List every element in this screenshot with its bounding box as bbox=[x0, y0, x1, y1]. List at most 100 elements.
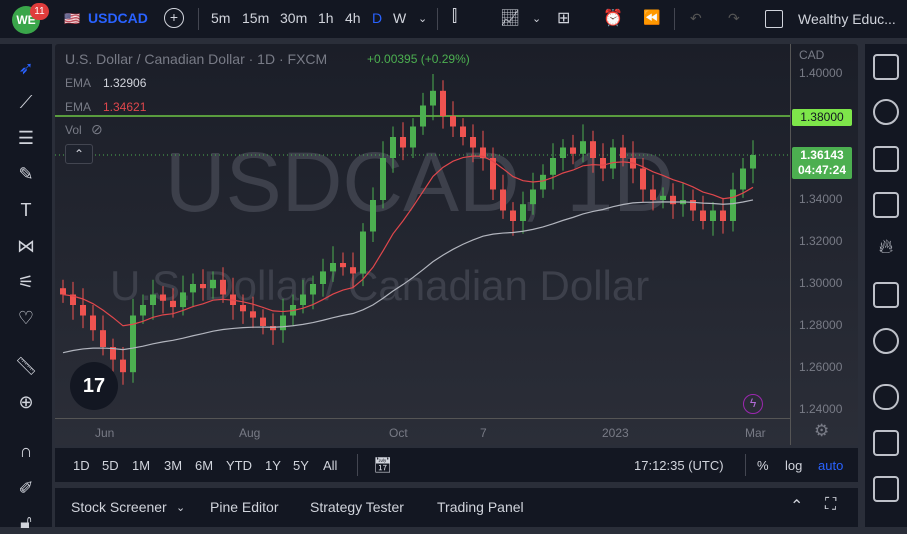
settings-gear-icon[interactable]: ⚙ bbox=[814, 421, 829, 441]
chart-pane[interactable]: USDCAD, 1D U.S. Dollar / Canadian Dollar… bbox=[55, 44, 858, 445]
streams-cloud-icon[interactable] bbox=[873, 384, 899, 410]
undo-icon[interactable]: ↶ bbox=[690, 10, 702, 27]
candle-body bbox=[100, 330, 106, 347]
pattern-icon[interactable]: ⋈ bbox=[14, 234, 38, 258]
candle-body bbox=[310, 284, 316, 295]
goto-date-icon[interactable]: 📅︎ bbox=[373, 456, 392, 474]
candle-body bbox=[720, 210, 726, 221]
ideas-lightbulb-icon[interactable] bbox=[873, 328, 899, 354]
chat-icon[interactable] bbox=[873, 430, 899, 456]
zoom-in-icon[interactable]: ⊕ bbox=[14, 390, 38, 414]
chevron-up-icon[interactable]: ⌃ bbox=[790, 496, 803, 516]
redo-icon[interactable]: ↷ bbox=[728, 10, 740, 27]
tradingview-logo[interactable]: 17 bbox=[70, 362, 118, 410]
magnet-icon[interactable]: ∩ bbox=[14, 439, 38, 463]
hotlists-fire-icon[interactable]: 🔥︎ bbox=[873, 236, 899, 262]
chevron-down-icon[interactable]: ⌄ bbox=[176, 501, 185, 514]
chevron-down-icon[interactable]: ⌄ bbox=[532, 12, 541, 25]
alert-add-icon[interactable]: ⏰ bbox=[603, 8, 623, 28]
candle-body bbox=[670, 195, 676, 205]
range-1d[interactable]: 1D bbox=[73, 458, 90, 473]
range-3m[interactable]: 3M bbox=[164, 458, 182, 473]
log-toggle[interactable]: log bbox=[785, 458, 802, 473]
percent-toggle[interactable]: % bbox=[757, 458, 769, 473]
candle-body bbox=[640, 168, 646, 190]
price-axis[interactable]: CAD 1.40000 1.34000 1.32000 1.30000 1.28000 1… bbox=[790, 44, 858, 445]
text-icon[interactable]: T bbox=[14, 198, 38, 222]
chevron-down-icon[interactable]: ⌄ bbox=[418, 12, 427, 25]
candle-body bbox=[750, 154, 756, 169]
candle-body bbox=[530, 189, 536, 205]
symbol-search[interactable]: USDCAD bbox=[88, 10, 148, 26]
heart-icon[interactable]: ♡ bbox=[14, 306, 38, 330]
time-axis[interactable]: Jun Aug Oct 7 2023 Mar bbox=[55, 418, 790, 445]
candle-body bbox=[590, 141, 596, 158]
interval-4h[interactable]: 4h bbox=[345, 10, 361, 26]
trendline-icon[interactable]: ⟋ bbox=[14, 90, 38, 114]
candle-body bbox=[250, 311, 256, 318]
indicators-icon[interactable]: 📈︎ bbox=[500, 8, 520, 28]
calendar-icon[interactable] bbox=[873, 282, 899, 308]
tab-trading-panel[interactable]: Trading Panel bbox=[437, 499, 524, 515]
lock-drawings-icon[interactable]: ✐ bbox=[14, 476, 38, 500]
interval-30m[interactable]: 30m bbox=[280, 10, 307, 26]
prediction-icon[interactable]: ⚟ bbox=[14, 270, 38, 294]
range-6m[interactable]: 6M bbox=[195, 458, 213, 473]
compare-plus-icon[interactable]: + bbox=[164, 8, 184, 28]
eye-off-icon[interactable]: ⊘ bbox=[91, 121, 103, 138]
tab-pine-editor[interactable]: Pine Editor bbox=[210, 499, 278, 515]
interval-5m[interactable]: 5m bbox=[211, 10, 230, 26]
candlestick-chart[interactable] bbox=[55, 44, 858, 445]
news-icon[interactable] bbox=[873, 146, 899, 172]
clock-timezone[interactable]: 17:12:35 (UTC) bbox=[634, 458, 724, 473]
calendar-add-icon[interactable] bbox=[873, 192, 899, 218]
candle-body bbox=[210, 279, 216, 289]
interval-w[interactable]: W bbox=[393, 10, 406, 26]
candle-body bbox=[300, 294, 306, 305]
candles-icon[interactable]: ⫿ bbox=[452, 8, 457, 26]
time-tick: Oct bbox=[389, 426, 408, 440]
candle-body bbox=[340, 263, 346, 268]
candle-body bbox=[710, 210, 716, 221]
candle-body bbox=[540, 174, 546, 190]
maximize-icon[interactable]: ⛶ bbox=[825, 496, 836, 514]
candle-body bbox=[240, 305, 246, 312]
templates-icon[interactable]: ⊞ bbox=[557, 8, 570, 28]
watchlist-icon[interactable] bbox=[873, 54, 899, 80]
interval-d[interactable]: D bbox=[372, 10, 382, 26]
range-1y[interactable]: 1Y bbox=[265, 458, 281, 473]
interval-1h[interactable]: 1h bbox=[318, 10, 334, 26]
drawing-toolbar: ➶ ⟋ ☰ ✎ T ⋈ ⚟ ♡ 📏︎ ⊕ ∩ ✐ 🔓︎ bbox=[0, 44, 52, 532]
candle-body bbox=[500, 189, 506, 211]
range-5d[interactable]: 5D bbox=[102, 458, 119, 473]
ema-fast-line bbox=[62, 155, 754, 327]
brush-icon[interactable]: ✎ bbox=[14, 162, 38, 186]
tab-strategy-tester[interactable]: Strategy Tester bbox=[310, 499, 404, 515]
alarm-clock-icon[interactable] bbox=[873, 99, 899, 125]
ema-label: EMA bbox=[65, 76, 92, 90]
candle-body bbox=[560, 147, 566, 158]
fullscreen-icon[interactable] bbox=[765, 10, 783, 28]
ruler-icon[interactable]: 📏︎ bbox=[14, 354, 38, 378]
range-ytd[interactable]: YTD bbox=[226, 458, 252, 473]
auto-toggle[interactable]: auto bbox=[818, 458, 843, 473]
candle-body bbox=[370, 200, 376, 232]
tab-stock-screener[interactable]: Stock Screener bbox=[71, 499, 167, 515]
candle-body bbox=[660, 195, 666, 200]
time-tick: Aug bbox=[239, 426, 261, 440]
range-1m[interactable]: 1M bbox=[132, 458, 150, 473]
range-all[interactable]: All bbox=[323, 458, 337, 473]
messages-icon[interactable] bbox=[873, 476, 899, 502]
candle-body bbox=[200, 284, 206, 289]
currency-selector[interactable]: CAD bbox=[799, 48, 824, 62]
lightning-icon[interactable]: ϟ bbox=[743, 394, 763, 414]
fib-icon[interactable]: ☰ bbox=[14, 126, 38, 150]
lock-icon[interactable]: 🔓︎ bbox=[14, 510, 38, 534]
interval-15m[interactable]: 15m bbox=[242, 10, 269, 26]
collapse-legend-chevron-up-icon[interactable]: ⌃ bbox=[65, 144, 93, 164]
cursor-icon[interactable]: ➶ bbox=[14, 56, 38, 80]
candle-body bbox=[700, 210, 706, 221]
layout-name[interactable]: Wealthy Educ... bbox=[798, 11, 896, 27]
replay-icon[interactable]: ⏪ bbox=[643, 9, 660, 26]
range-5y[interactable]: 5Y bbox=[293, 458, 309, 473]
